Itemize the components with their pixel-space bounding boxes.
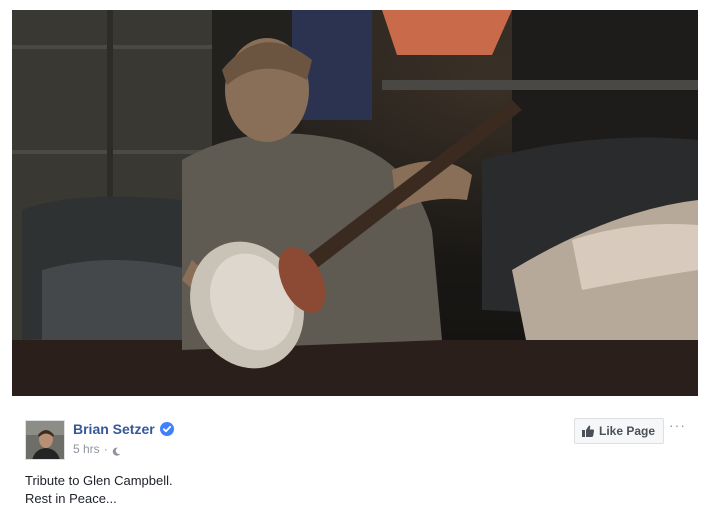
avatar-image bbox=[26, 421, 64, 459]
video-player[interactable] bbox=[12, 10, 698, 396]
author-name-link[interactable]: Brian Setzer bbox=[73, 421, 174, 437]
author-name: Brian Setzer bbox=[73, 421, 155, 437]
moon-icon[interactable] bbox=[112, 445, 121, 456]
avatar[interactable] bbox=[25, 420, 65, 460]
post-card: Brian Setzer 5 hrs · Like Page ··· Tribu… bbox=[0, 410, 709, 515]
post-meta: 5 hrs · bbox=[73, 442, 121, 456]
like-page-label: Like Page bbox=[599, 424, 656, 438]
video-frame-illustration bbox=[12, 10, 698, 396]
verified-badge-icon bbox=[159, 422, 174, 436]
more-options-icon[interactable]: ··· bbox=[669, 418, 686, 432]
post-timestamp[interactable]: 5 hrs bbox=[73, 442, 100, 456]
post-text-line: Tribute to Glen Campbell. bbox=[25, 473, 173, 488]
post-text: Tribute to Glen Campbell. Rest in Peace.… bbox=[25, 472, 173, 508]
like-page-button[interactable]: Like Page bbox=[574, 418, 665, 444]
meta-separator: · bbox=[103, 442, 108, 456]
post-text-line: Rest in Peace... bbox=[25, 491, 117, 506]
thumbs-up-icon bbox=[581, 424, 595, 438]
